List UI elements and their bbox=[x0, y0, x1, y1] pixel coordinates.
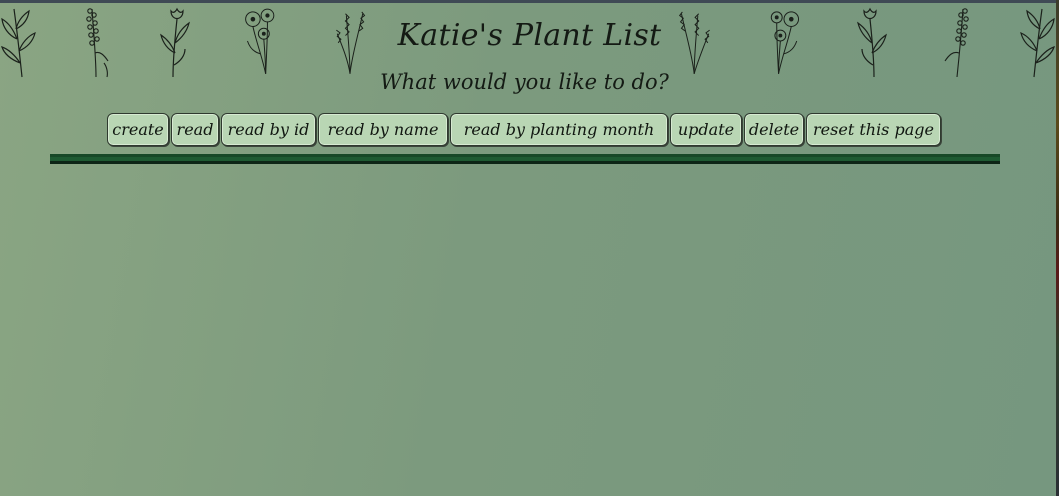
read-button[interactable]: read bbox=[171, 113, 219, 146]
action-toolbar: create read read by id read by name read… bbox=[107, 113, 941, 146]
page-subtitle: What would you like to do? bbox=[380, 70, 669, 94]
read-by-planting-month-button[interactable]: read by planting month bbox=[450, 113, 668, 146]
read-by-name-button[interactable]: read by name bbox=[318, 113, 448, 146]
header-divider bbox=[50, 154, 1000, 164]
reset-page-button[interactable]: reset this page bbox=[806, 113, 941, 146]
delete-button[interactable]: delete bbox=[744, 113, 804, 146]
create-button[interactable]: create bbox=[107, 113, 169, 146]
read-by-id-button[interactable]: read by id bbox=[221, 113, 316, 146]
page-title: Katie's Plant List bbox=[397, 18, 662, 53]
content-area bbox=[50, 170, 1000, 480]
update-button[interactable]: update bbox=[670, 113, 742, 146]
